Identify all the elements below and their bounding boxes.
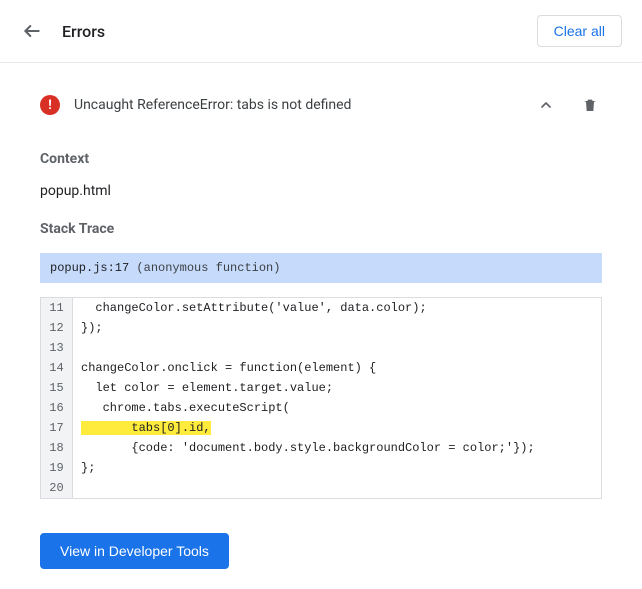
code-line: 13 <box>41 338 601 358</box>
line-number: 15 <box>41 378 73 398</box>
line-code <box>73 338 96 358</box>
error-message: Uncaught ReferenceError: tabs is not def… <box>74 97 534 113</box>
line-code: }; <box>73 458 103 478</box>
view-devtools-button[interactable]: View in Developer Tools <box>40 533 229 569</box>
code-line: 11 changeColor.setAttribute('value', dat… <box>41 298 601 318</box>
highlighted-code: tabs[0].id, <box>81 421 211 435</box>
line-code: changeColor.onclick = function(element) … <box>73 358 384 378</box>
error-item: ! Uncaught ReferenceError: tabs is not d… <box>40 83 602 141</box>
code-block: 11 changeColor.setAttribute('value', dat… <box>40 297 602 499</box>
trash-icon[interactable] <box>578 93 602 117</box>
context-value: popup.html <box>40 183 602 199</box>
line-number: 17 <box>41 418 73 438</box>
code-line: 19}; <box>41 458 601 478</box>
line-number: 20 <box>41 478 73 498</box>
code-line: 12}); <box>41 318 601 338</box>
line-code: chrome.tabs.executeScript( <box>73 398 298 418</box>
line-number: 12 <box>41 318 73 338</box>
stack-trace-header: popup.js:17 (anonymous function) <box>40 253 602 283</box>
line-number: 18 <box>41 438 73 458</box>
stack-trace-label: Stack Trace <box>40 221 602 237</box>
clear-all-button[interactable]: Clear all <box>537 15 622 47</box>
line-code: {code: 'document.body.style.backgroundCo… <box>73 438 543 458</box>
stack-function: (anonymous function) <box>136 261 280 275</box>
line-number: 19 <box>41 458 73 478</box>
back-arrow-icon[interactable] <box>20 19 44 43</box>
context-label: Context <box>40 151 602 167</box>
line-number: 14 <box>41 358 73 378</box>
header-bar: Errors Clear all <box>0 0 642 63</box>
page-title: Errors <box>62 22 537 41</box>
line-code: tabs[0].id, <box>73 418 219 438</box>
line-code: }); <box>73 318 111 338</box>
line-code <box>73 478 96 498</box>
line-number: 16 <box>41 398 73 418</box>
chevron-up-icon[interactable] <box>534 93 558 117</box>
error-icon: ! <box>40 95 60 115</box>
code-line: 20 <box>41 478 601 498</box>
line-code: let color = element.target.value; <box>73 378 341 398</box>
line-number: 11 <box>41 298 73 318</box>
stack-location: popup.js:17 <box>50 261 129 275</box>
code-line: 17 tabs[0].id, <box>41 418 601 438</box>
code-line: 14changeColor.onclick = function(element… <box>41 358 601 378</box>
code-line: 15 let color = element.target.value; <box>41 378 601 398</box>
line-code: changeColor.setAttribute('value', data.c… <box>73 298 435 318</box>
code-line: 18 {code: 'document.body.style.backgroun… <box>41 438 601 458</box>
line-number: 13 <box>41 338 73 358</box>
code-line: 16 chrome.tabs.executeScript( <box>41 398 601 418</box>
